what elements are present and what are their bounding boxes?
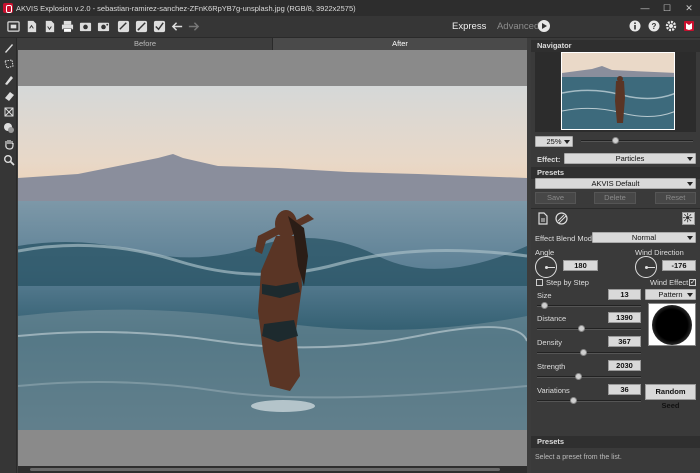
- wind-direction-dial[interactable]: [635, 256, 657, 278]
- eraser-icon[interactable]: [2, 89, 15, 102]
- app-logo-icon: [3, 3, 13, 13]
- brush-settings-icon[interactable]: [116, 19, 130, 33]
- print-icon[interactable]: [60, 19, 74, 33]
- zoom-icon[interactable]: [2, 153, 15, 166]
- camera-icon[interactable]: [96, 19, 110, 33]
- navigator-header: Navigator: [531, 40, 700, 52]
- reset-preset-button[interactable]: Reset: [655, 192, 696, 204]
- presets-info-header: Presets: [531, 436, 700, 448]
- size-value[interactable]: 13: [608, 289, 641, 300]
- background-icon[interactable]: [2, 121, 15, 134]
- settings-panel: Navigator 25% Effect: Particles Presets …: [531, 38, 700, 473]
- transform-icon[interactable]: [2, 105, 15, 118]
- horizontal-scrollbar[interactable]: [18, 466, 527, 473]
- batch-icon[interactable]: [78, 19, 92, 33]
- strength-label: Strength: [537, 362, 566, 371]
- strength-slider-knob[interactable]: [575, 373, 582, 380]
- random-seed-button[interactable]: Random Seed: [645, 384, 696, 410]
- distance-value[interactable]: 1390: [608, 312, 641, 323]
- brush-icon[interactable]: [2, 41, 15, 54]
- express-mode-tab[interactable]: Express: [452, 21, 486, 32]
- save-file-icon[interactable]: [42, 19, 56, 33]
- wind-effect-label: Wind Effect: [650, 278, 689, 287]
- density-slider[interactable]: [537, 352, 641, 354]
- presets-hint-text: Select a preset from the list.: [535, 454, 622, 461]
- pattern-dropdown[interactable]: Pattern: [645, 289, 696, 300]
- variations-slider[interactable]: [537, 400, 641, 402]
- book-tutorial-icon[interactable]: [683, 20, 695, 32]
- wind-direction-value[interactable]: -176: [662, 260, 696, 271]
- pencil-icon[interactable]: [2, 73, 15, 86]
- distance-slider-knob[interactable]: [578, 325, 585, 332]
- zoom-dropdown[interactable]: 25%: [535, 136, 573, 147]
- tab-before[interactable]: Before: [18, 38, 273, 50]
- redo-icon[interactable]: [186, 19, 200, 33]
- save-preset-button[interactable]: Save: [535, 192, 576, 204]
- effect-dropdown[interactable]: Particles: [564, 153, 696, 164]
- left-tool-panel: [0, 38, 17, 473]
- particle-pattern-preview[interactable]: [648, 303, 696, 346]
- size-label: Size: [537, 291, 552, 300]
- angle-value[interactable]: 180: [563, 260, 598, 271]
- blend-mode-dropdown[interactable]: Normal: [592, 232, 696, 243]
- settings-gear-icon[interactable]: [665, 20, 677, 32]
- step-by-step-checkbox[interactable]: [536, 279, 543, 286]
- blend-mode-label: Effect Blend Mode: [535, 234, 597, 243]
- svg-text:?: ?: [652, 22, 657, 31]
- tab-after[interactable]: After: [273, 38, 527, 50]
- delete-preset-button[interactable]: Delete: [594, 192, 636, 204]
- variations-value[interactable]: 36: [608, 384, 641, 395]
- presets-dropdown[interactable]: AKVIS Default: [535, 178, 696, 189]
- variations-slider-knob[interactable]: [570, 397, 577, 404]
- lasso-icon[interactable]: [2, 57, 15, 70]
- distance-label: Distance: [537, 314, 567, 323]
- maximize-button[interactable]: ☐: [656, 0, 678, 16]
- advanced-mode-tab[interactable]: Advanced: [497, 21, 539, 32]
- navigator-preview[interactable]: [561, 52, 675, 130]
- density-value[interactable]: 367: [608, 336, 641, 347]
- main-toolbar: Express Advanced ?: [0, 16, 700, 38]
- close-button[interactable]: ✕: [678, 0, 700, 16]
- effect-label: Effect:: [537, 155, 561, 164]
- image-canvas[interactable]: [18, 50, 527, 466]
- variations-label: Variations: [537, 386, 570, 395]
- distance-slider[interactable]: [537, 328, 641, 330]
- wind-effect-checkbox[interactable]: [689, 278, 696, 286]
- title-bar: AKVIS Explosion v.2.0 - sebastian-ramire…: [0, 0, 700, 16]
- zoom-slider-knob[interactable]: [612, 137, 619, 144]
- window-title: AKVIS Explosion v.2.0 - sebastian-ramire…: [16, 3, 356, 13]
- view-tabs: Before After: [18, 38, 527, 50]
- step-by-step-label: Step by Step: [546, 278, 589, 287]
- hand-icon[interactable]: [2, 137, 15, 150]
- pen-tool-icon[interactable]: [134, 19, 148, 33]
- density-label: Density: [537, 338, 563, 347]
- size-slider[interactable]: [537, 305, 641, 307]
- document-icon[interactable]: [537, 212, 549, 225]
- checkmark-tool-icon[interactable]: [152, 19, 166, 33]
- strength-value[interactable]: 2030: [608, 360, 641, 371]
- undo-icon[interactable]: [170, 19, 184, 33]
- particles-burst-icon[interactable]: [682, 212, 695, 225]
- home-icon[interactable]: [6, 19, 20, 33]
- density-slider-knob[interactable]: [580, 349, 587, 356]
- zoom-slider[interactable]: [581, 140, 693, 142]
- run-processing-icon[interactable]: [538, 20, 550, 32]
- open-file-icon[interactable]: [24, 19, 38, 33]
- size-slider-knob[interactable]: [541, 302, 548, 309]
- angle-dial[interactable]: [535, 256, 557, 278]
- minimize-button[interactable]: —: [634, 0, 656, 16]
- help-icon[interactable]: ?: [648, 20, 660, 32]
- strength-slider[interactable]: [537, 376, 641, 378]
- texture-icon[interactable]: [555, 212, 568, 225]
- info-icon[interactable]: [629, 20, 641, 32]
- photo-image: [18, 86, 527, 430]
